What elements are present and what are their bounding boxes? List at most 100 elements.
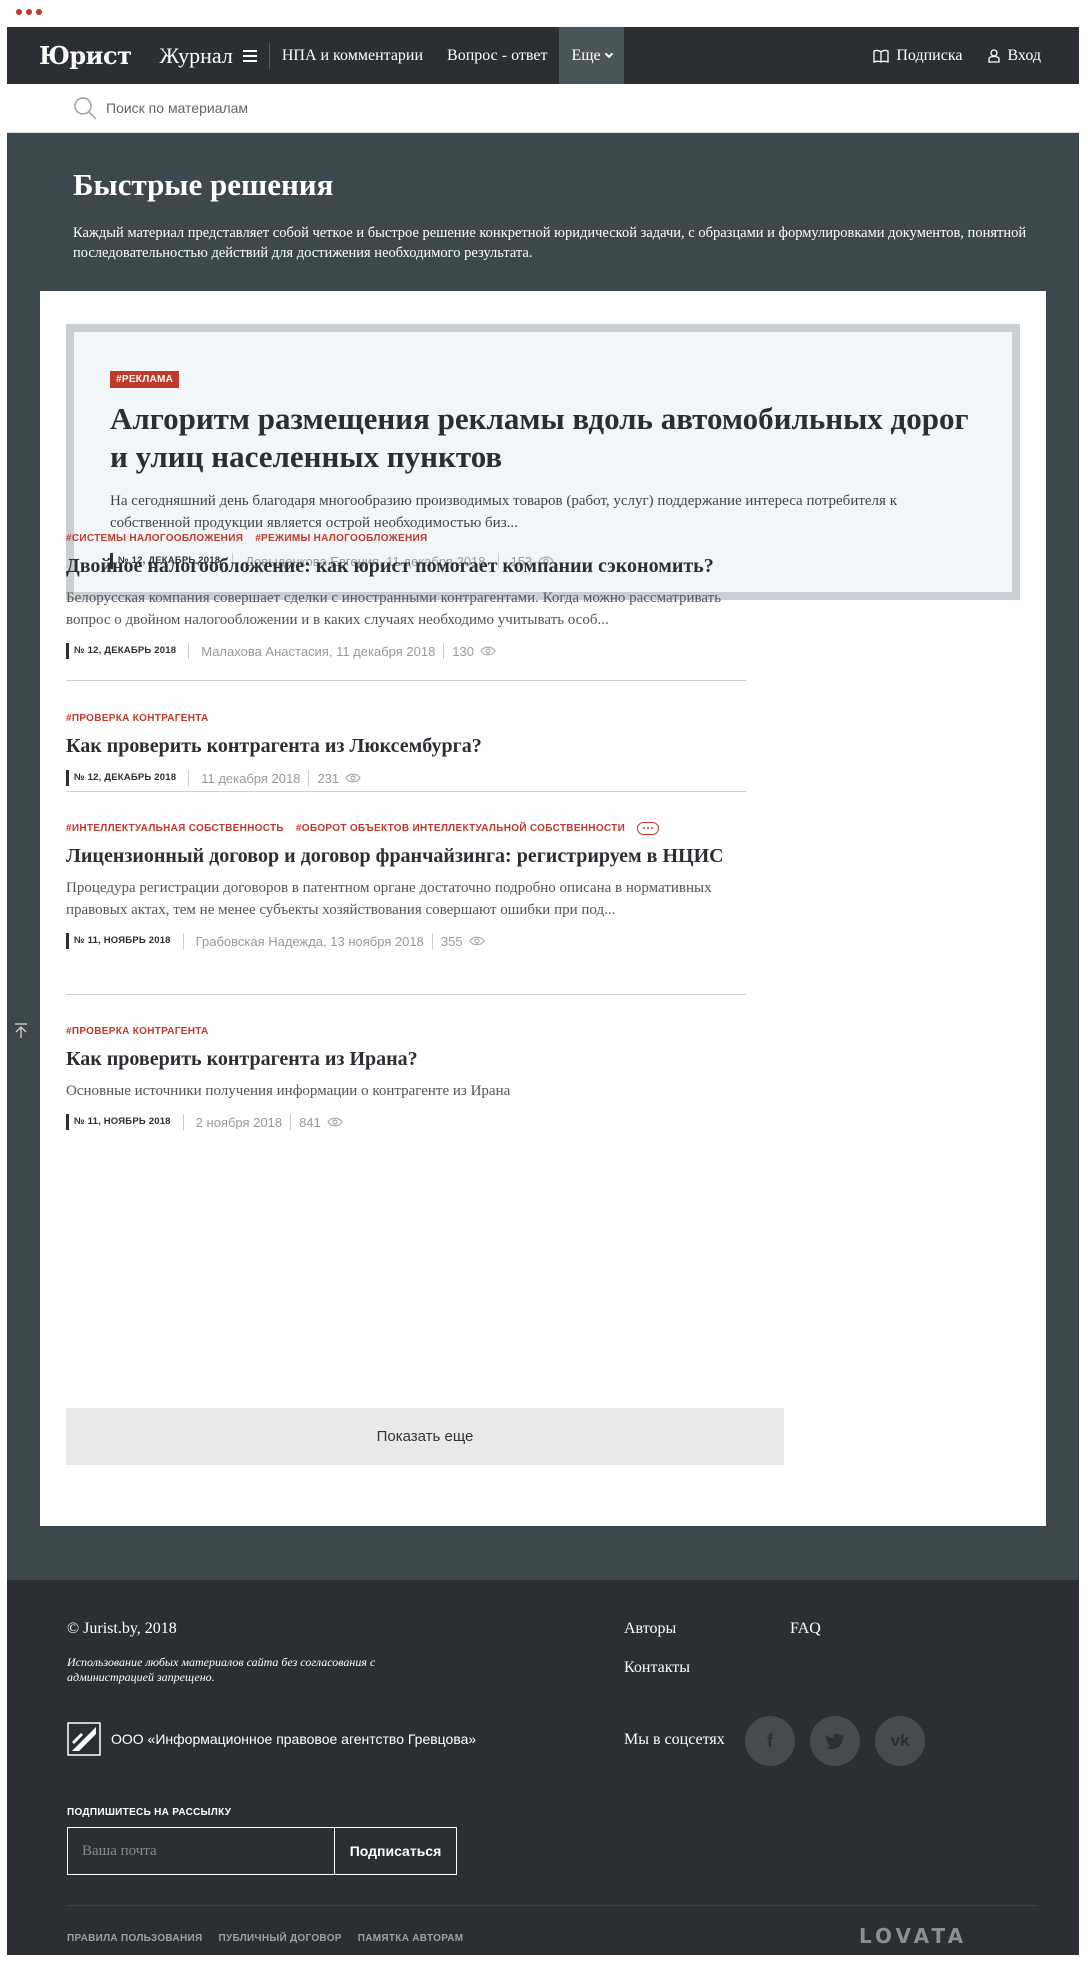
divider: [66, 791, 746, 792]
views-count: 355: [440, 933, 463, 949]
site-logo[interactable]: Юрист: [39, 41, 132, 70]
show-more-button[interactable]: Показать еще: [66, 1408, 784, 1465]
eye-icon: [345, 773, 361, 783]
list-item: #ИНТЕЛЛЕКТУАЛЬНАЯ СОБСТВЕННОСТЬ #ОБОРОТ …: [66, 821, 746, 949]
author-date: Малахова Анастасия, 11 декабря 2018: [201, 643, 436, 659]
menu-icon: [242, 49, 257, 62]
featured-tag[interactable]: #РЕКЛАМА: [110, 371, 180, 388]
meta-divider: [188, 770, 190, 786]
featured-description: На сегодняшний день благодаря многообраз…: [110, 493, 897, 531]
footer-link-contract[interactable]: ПУБЛИЧНЫЙ ДОГОВОР: [218, 1933, 341, 1944]
article-description: Белорусская компания совершает сделки с …: [66, 590, 722, 628]
issue-label[interactable]: № 11, НОЯБРЬ 2018: [66, 933, 171, 949]
copyright: © Jurist.by, 2018: [67, 1620, 177, 1637]
vk-icon[interactable]: vk: [875, 1716, 925, 1766]
company-logo: [67, 1722, 101, 1756]
search-icon[interactable]: [72, 95, 98, 121]
page-frame: Юрист Журнал НПА и комментарии Вопрос - …: [7, 27, 1079, 1955]
views-count: 130: [452, 643, 474, 659]
tag[interactable]: #СИСТЕМЫ НАЛОГООБЛОЖЕНИЯ: [66, 533, 243, 544]
article-meta: № 12, ДЕКАБРЬ 2018 Малахова Анастасия, 1…: [66, 643, 746, 659]
chevron-down-icon: [604, 49, 613, 59]
issue-label[interactable]: № 12, ДЕКАБРЬ 2018: [66, 770, 176, 786]
article-title[interactable]: Двойное налогообложение: как юрист помог…: [66, 554, 746, 578]
top-navigation: Юрист Журнал НПА и комментарии Вопрос - …: [7, 27, 1079, 84]
tag-list: #ПРОВЕРКА КОНТРАГЕНТА: [66, 1024, 746, 1038]
meta-divider: [308, 770, 310, 786]
eye-icon: [468, 936, 485, 946]
views-count: 841: [299, 1114, 321, 1130]
scroll-top-icon: [15, 1023, 27, 1038]
footer-link-contacts[interactable]: Контакты: [624, 1659, 690, 1677]
more-tags-button[interactable]: [637, 821, 660, 835]
article-title[interactable]: Как проверить контрагента из Ирана?: [66, 1047, 746, 1071]
journal-label: Журнал: [159, 42, 233, 68]
article-description: Основные источники получения информации …: [66, 1083, 511, 1099]
divider: [66, 994, 746, 995]
article-meta: № 11, НОЯБРЬ 2018 Грабовская Надежда, 13…: [66, 933, 746, 949]
copyright-note: Использование любых материалов сайта без…: [67, 1655, 376, 1684]
footer: © Jurist.by, 2018 Использование любых ма…: [7, 1580, 1079, 1955]
tag[interactable]: #РЕЖИМЫ НАЛОГООБЛОЖЕНИЯ: [255, 533, 427, 544]
issue-label[interactable]: № 12, ДЕКАБРЬ 2018: [66, 643, 176, 659]
list-item: #ПРОВЕРКА КОНТРАГЕНТА Как проверить конт…: [66, 1024, 746, 1130]
book-icon: [873, 49, 890, 63]
scroll-top-button[interactable]: [9, 1019, 33, 1043]
article-meta: № 11, НОЯБРЬ 2018 2 ноября 2018 841: [66, 1114, 746, 1130]
nav-right: Подписка Вход: [873, 47, 1041, 65]
article-description: Процедура регистрации договоров в патент…: [66, 880, 712, 918]
search-bar: [7, 84, 1079, 133]
meta-divider: [182, 1114, 184, 1130]
meta-divider: [431, 933, 433, 949]
eye-icon: [480, 646, 496, 656]
footer-link-authors[interactable]: Авторы: [624, 1620, 676, 1638]
search-input[interactable]: [106, 100, 606, 116]
footer-link-faq[interactable]: FAQ: [790, 1620, 821, 1638]
tag-list: #ПРОВЕРКА КОНТРАГЕНТА: [66, 711, 746, 725]
nav-link-npa[interactable]: НПА и комментарии: [270, 27, 435, 84]
newsletter-subscribe-button[interactable]: Подписаться: [334, 1828, 456, 1874]
newsletter-label: ПОДПИШИТЕСЬ НА РАССЫЛКУ: [67, 1807, 232, 1818]
featured-title[interactable]: Алгоритм размещения рекламы вдоль автомо…: [110, 400, 970, 476]
nav-more-label: Еще: [571, 47, 601, 64]
meta-divider: [188, 643, 190, 659]
window-controls: [16, 9, 42, 15]
meta-divider: [182, 933, 184, 949]
login-link[interactable]: Вход: [988, 47, 1041, 65]
tag-list: #ИНТЕЛЛЕКТУАЛЬНАЯ СОБСТВЕННОСТЬ #ОБОРОТ …: [66, 821, 746, 835]
author-date: Грабовская Надежда, 13 ноября 2018: [195, 933, 424, 949]
content-panel: #РЕКЛАМА Алгоритм размещения рекламы вдо…: [40, 291, 1046, 1526]
article-title[interactable]: Как проверить контрагента из Люксембурга…: [66, 734, 746, 758]
subscribe-label: Подписка: [896, 46, 963, 64]
page-title: Быстрые решения: [73, 167, 334, 202]
developer-logo[interactable]: LOVATA: [859, 1924, 967, 1948]
user-icon: [988, 48, 1001, 63]
footer-divider: [67, 1905, 1037, 1906]
meta-divider: [290, 1114, 292, 1130]
journal-menu[interactable]: Журнал: [159, 42, 257, 69]
article-title[interactable]: Лицензионный договор и договор франчайзи…: [66, 844, 746, 868]
page-description: Каждый материал представляет собой четко…: [73, 225, 1027, 261]
footer-bottom-links: ПРАВИЛА ПОЛЬЗОВАНИЯ ПУБЛИЧНЫЙ ДОГОВОР ПА…: [67, 1933, 463, 1944]
footer-link-authors-memo[interactable]: ПАМЯТКА АВТОРАМ: [358, 1933, 464, 1944]
meta-divider: [443, 643, 445, 659]
tag[interactable]: #ПРОВЕРКА КОНТРАГЕНТА: [66, 713, 209, 724]
subscribe-link[interactable]: Подписка: [873, 47, 962, 65]
facebook-icon[interactable]: f: [745, 1716, 795, 1766]
views-count: 231: [317, 770, 340, 786]
article-meta: № 12, ДЕКАБРЬ 2018 11 декабря 2018 231: [66, 770, 746, 786]
author-date: 11 декабря 2018: [201, 770, 301, 786]
company-info[interactable]: ООО «Информационное правовое агентство Г…: [67, 1722, 476, 1756]
nav-link-qa[interactable]: Вопрос - ответ: [435, 27, 559, 84]
nav-more-dropdown[interactable]: Еще: [559, 27, 624, 84]
tag[interactable]: #ПРОВЕРКА КОНТРАГЕНТА: [66, 1026, 209, 1037]
footer-link-terms[interactable]: ПРАВИЛА ПОЛЬЗОВАНИЯ: [67, 1933, 202, 1944]
twitter-icon[interactable]: [810, 1716, 860, 1766]
login-label: Вход: [1007, 46, 1041, 64]
tag[interactable]: #ИНТЕЛЛЕКТУАЛЬНАЯ СОБСТВЕННОСТЬ: [66, 823, 284, 834]
issue-label[interactable]: № 11, НОЯБРЬ 2018: [66, 1114, 171, 1130]
email-field[interactable]: [68, 1828, 334, 1874]
divider: [66, 680, 746, 681]
tag[interactable]: #ОБОРОТ ОБЪЕКТОВ ИНТЕЛЛЕКТУАЛЬНОЙ СОБСТВ…: [296, 823, 625, 834]
tag-list: #СИСТЕМЫ НАЛОГООБЛОЖЕНИЯ #РЕЖИМЫ НАЛОГОО…: [66, 531, 746, 545]
